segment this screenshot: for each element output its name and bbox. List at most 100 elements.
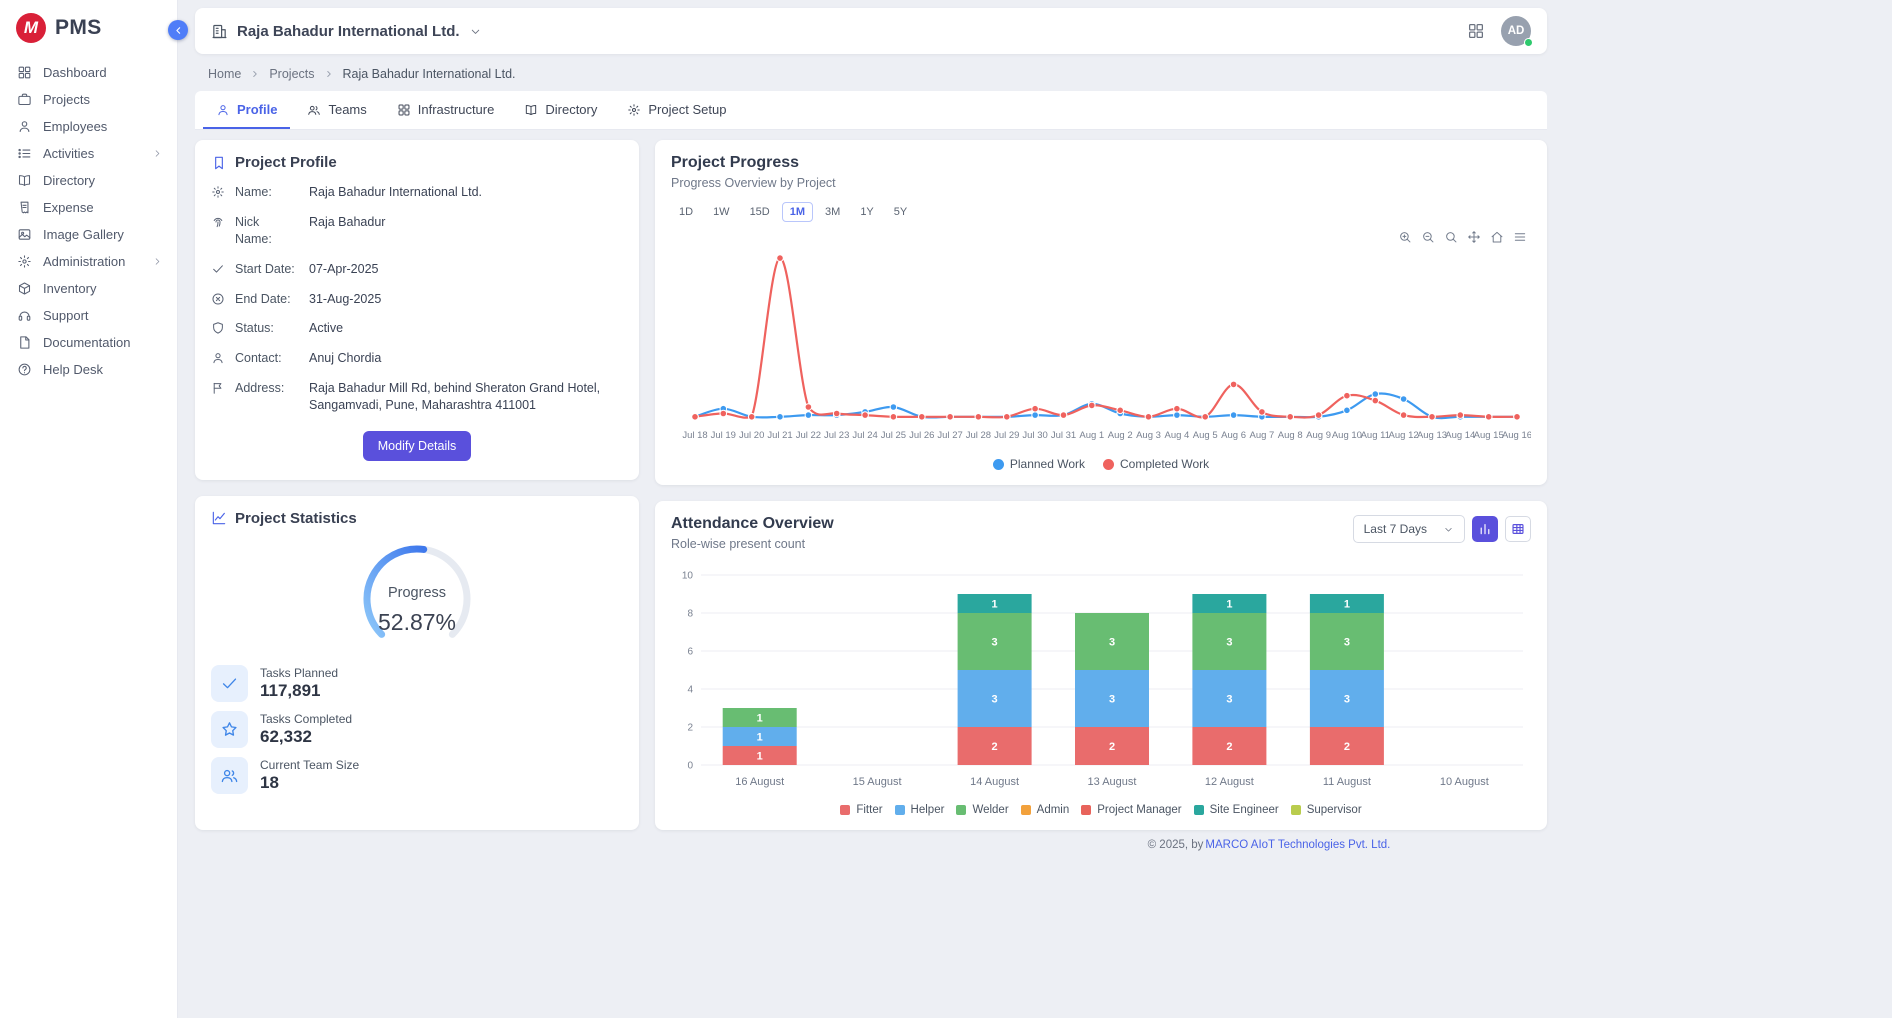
date-range-select[interactable]: Last 7 Days xyxy=(1353,515,1465,543)
pan-icon[interactable] xyxy=(1467,230,1481,244)
bar-chart-icon xyxy=(1478,522,1492,536)
zoom-out-icon[interactable] xyxy=(1421,230,1435,244)
reset-zoom-home-icon[interactable] xyxy=(1490,230,1504,244)
fingerprint-icon xyxy=(211,215,225,229)
range-1w[interactable]: 1W xyxy=(705,202,738,222)
legend-item-welder[interactable]: Welder xyxy=(956,804,1008,816)
stat-value: 62,332 xyxy=(260,727,352,747)
svg-text:Aug 12: Aug 12 xyxy=(1389,430,1419,441)
team-icon xyxy=(307,103,321,117)
tab-teams[interactable]: Teams xyxy=(294,91,379,129)
tab-directory[interactable]: Directory xyxy=(511,91,610,129)
sidebar-item-label: Activities xyxy=(43,146,141,161)
apps-grid-button[interactable] xyxy=(1467,22,1485,40)
tab-project-setup[interactable]: Project Setup xyxy=(614,91,739,129)
legend-item-completed-work[interactable]: Completed Work xyxy=(1103,457,1209,471)
sidebar-item-employees[interactable]: Employees xyxy=(0,113,177,140)
footer-company-link[interactable]: MARCO AIoT Technologies Pvt. Ltd. xyxy=(1205,839,1390,851)
modify-details-button[interactable]: Modify Details xyxy=(363,431,472,461)
chevron-left-icon xyxy=(173,25,184,36)
svg-text:Aug 7: Aug 7 xyxy=(1249,430,1274,441)
project-progress-title: Project Progress xyxy=(671,154,1531,172)
chart-menu-icon[interactable] xyxy=(1513,230,1527,244)
svg-text:3: 3 xyxy=(1109,694,1115,706)
field-value: Raja Bahadur Mill Rd, behind Sheraton Gr… xyxy=(309,380,623,414)
user-icon xyxy=(216,103,230,117)
image-gallery-icon xyxy=(17,227,32,242)
breadcrumb-projects[interactable]: Projects xyxy=(269,67,314,81)
chart-line-icon xyxy=(211,510,227,526)
user-avatar[interactable]: AD xyxy=(1501,16,1531,46)
range-1y[interactable]: 1Y xyxy=(852,202,881,222)
range-3m[interactable]: 3M xyxy=(817,202,848,222)
project-statistics-card: Project Statistics Progress 52.87% Tasks… xyxy=(195,496,639,830)
tab-label: Profile xyxy=(237,102,277,117)
legend-item-supervisor[interactable]: Supervisor xyxy=(1291,804,1362,816)
company-selector[interactable]: Raja Bahadur International Ltd. xyxy=(211,23,482,40)
helpdesk-icon xyxy=(17,362,32,377)
range-5y[interactable]: 5Y xyxy=(886,202,915,222)
sidebar-collapse-button[interactable] xyxy=(168,20,188,40)
main-content: Raja Bahadur International Ltd. AD Home P… xyxy=(178,0,1892,1018)
attendance-overview-card: Attendance Overview Role-wise present co… xyxy=(655,501,1547,830)
sidebar-menu: DashboardProjectsEmployees Activities Dire… xyxy=(0,59,177,383)
x-circle-icon xyxy=(211,292,225,306)
breadcrumb-home[interactable]: Home xyxy=(208,67,241,81)
svg-text:Aug 2: Aug 2 xyxy=(1108,430,1133,441)
sidebar-item-dashboard[interactable]: Dashboard xyxy=(0,59,177,86)
svg-text:Jul 23: Jul 23 xyxy=(824,430,849,441)
svg-text:11 August: 11 August xyxy=(1323,776,1371,788)
gear-icon xyxy=(211,185,225,199)
sidebar-item-administration[interactable]: Administration xyxy=(0,248,177,275)
online-status-dot xyxy=(1524,38,1533,47)
selection-zoom-icon[interactable] xyxy=(1444,230,1458,244)
sidebar-item-directory[interactable]: Directory xyxy=(0,167,177,194)
sidebar-item-support[interactable]: Support xyxy=(0,302,177,329)
table-view-button[interactable] xyxy=(1505,516,1531,542)
svg-text:2: 2 xyxy=(687,723,693,734)
legend-item-admin[interactable]: Admin xyxy=(1021,804,1070,816)
activities-icon xyxy=(17,146,32,161)
svg-text:2: 2 xyxy=(1344,741,1350,753)
legend-marker xyxy=(1081,805,1091,815)
avatar-initials: AD xyxy=(1508,25,1525,37)
tab-infrastructure[interactable]: Infrastructure xyxy=(384,91,508,129)
svg-text:Jul 22: Jul 22 xyxy=(796,430,821,441)
svg-text:3: 3 xyxy=(1109,637,1115,649)
stat-label: Tasks Planned xyxy=(260,666,338,680)
sidebar-item-help-desk[interactable]: Help Desk xyxy=(0,356,177,383)
dashboard-icon xyxy=(17,65,32,80)
progress-gauge: Progress 52.87% xyxy=(332,535,502,657)
stat-tile-current-team-size: Current Team Size18 xyxy=(211,757,623,794)
tab-label: Project Setup xyxy=(648,102,726,117)
sidebar-item-expense[interactable]: Expense xyxy=(0,194,177,221)
sidebar-item-inventory[interactable]: Inventory xyxy=(0,275,177,302)
legend-item-fitter[interactable]: Fitter xyxy=(840,804,882,816)
app-logo-text: PMS xyxy=(55,16,102,40)
legend-item-project-manager[interactable]: Project Manager xyxy=(1081,804,1181,816)
sidebar-item-image-gallery[interactable]: Image Gallery xyxy=(0,221,177,248)
documentation-icon xyxy=(17,335,32,350)
legend-label: Completed Work xyxy=(1120,457,1209,471)
chart-toolbar xyxy=(1398,230,1527,244)
range-1d[interactable]: 1D xyxy=(671,202,701,222)
profile-field-start-date: Start Date:07-Apr-2025 xyxy=(211,261,623,278)
project-profile-title: Project Profile xyxy=(235,154,337,171)
svg-text:1: 1 xyxy=(757,732,763,744)
svg-text:8: 8 xyxy=(687,609,693,620)
svg-text:Jul 27: Jul 27 xyxy=(937,430,962,441)
tab-profile[interactable]: Profile xyxy=(203,91,290,129)
range-15d[interactable]: 15D xyxy=(742,202,778,222)
legend-item-site-engineer[interactable]: Site Engineer xyxy=(1194,804,1279,816)
range-1m[interactable]: 1M xyxy=(782,202,813,222)
sidebar-item-documentation[interactable]: Documentation xyxy=(0,329,177,356)
zoom-in-icon[interactable] xyxy=(1398,230,1412,244)
chevron-right-icon xyxy=(152,256,163,267)
svg-text:Jul 18: Jul 18 xyxy=(682,430,707,441)
sidebar-item-projects[interactable]: Projects xyxy=(0,86,177,113)
chart-view-button[interactable] xyxy=(1472,516,1498,542)
sidebar-item-activities[interactable]: Activities xyxy=(0,140,177,167)
legend-item-planned-work[interactable]: Planned Work xyxy=(993,457,1085,471)
legend-item-helper[interactable]: Helper xyxy=(895,804,945,816)
gauge-value: 52.87% xyxy=(332,609,502,636)
